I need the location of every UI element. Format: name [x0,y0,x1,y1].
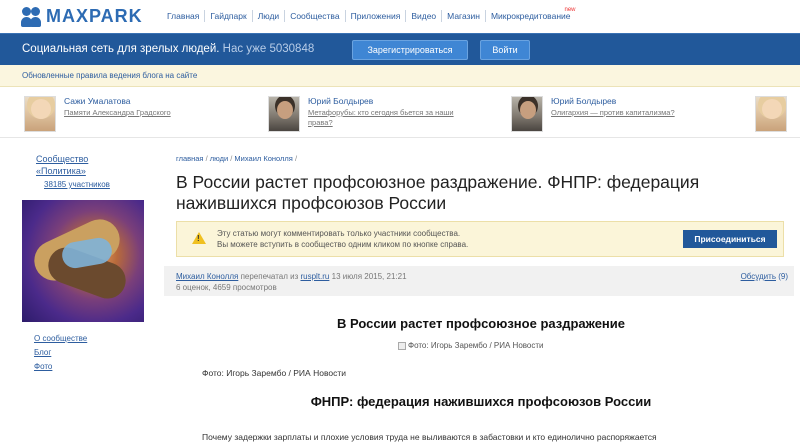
blog-post-link[interactable]: Метафорубы: кто сегодня бьется за наши п… [308,108,468,128]
author-link[interactable]: Михаил Конолля [176,272,238,281]
community-image [22,200,144,322]
discuss-label[interactable]: Обсудить [741,272,776,281]
top-nav: MAXPARK Главная Гайдпарк Люди Сообщества… [0,0,800,33]
main-menu: Главная Гайдпарк Люди Сообщества Приложе… [162,7,576,22]
photo-alt-text: Фото: Игорь Зарембо / РИА Новости [408,341,544,350]
logo[interactable]: MAXPARK [21,6,143,27]
blog-item[interactable]: Юрий Болдырев Олигархия — против капитал… [511,94,741,134]
blog-author[interactable]: Юрий Болдырев [308,96,373,106]
source-link[interactable]: rusplt.ru [300,272,329,281]
menu-item-microcredit-label: Микрокредитование [490,11,571,21]
article-meta: Михаил Конолля перепечатал из rusplt.ru … [164,266,794,296]
avatar[interactable] [755,96,787,132]
article-stats: 6 оценок, 4659 просмотров [176,283,277,292]
blog-post-link[interactable]: Олигархия — против капитализма? [551,108,711,118]
rules-link[interactable]: Обновленные правила ведения блога на сай… [22,71,197,80]
community-name-line2[interactable]: «Политика» [36,165,88,177]
article-paragraph: Почему задержки зарплаты и плохие услови… [202,432,657,442]
blog-post-link[interactable]: Памяти Александра Градского [64,108,224,118]
menu-item-video[interactable]: Видео [405,10,441,22]
tagline: Социальная сеть для зрелых людей. Нас уж… [22,43,314,55]
page-title: В России растет профсоюзное раздражение.… [176,172,700,213]
blog-item[interactable] [755,94,800,134]
new-badge: new [564,7,576,13]
notice-text: Эту статью могут комментировать только у… [217,228,468,250]
blog-author[interactable]: Сажи Умалатова [64,96,131,106]
breadcrumb: главная / люди / Михаил Конолля / [176,154,298,163]
logo-icon [21,6,42,27]
sidebar-link-photo[interactable]: Фото [34,362,52,371]
join-button[interactable]: Присоединиться [683,230,777,248]
menu-item-microcredit[interactable]: Микрокредитование new [484,7,576,22]
tagline-text: Социальная сеть для зрелых людей. [22,43,220,55]
article-heading-2: ФНПР: федерация нажившихся профсоюзов Ро… [310,394,652,409]
notice-line-2: Вы можете вступить в сообщество одним кл… [217,240,469,249]
blog-strip: Сажи Умалатова Памяти Александра Градско… [0,88,800,138]
notice-line-1: Эту статью могут комментировать только у… [217,229,461,238]
blog-item[interactable]: Сажи Умалатова Памяти Александра Градско… [24,94,254,134]
menu-item-apps[interactable]: Приложения [344,10,406,22]
avatar[interactable] [268,96,300,132]
blog-author[interactable]: Юрий Болдырев [551,96,616,106]
discuss-count: (9) [778,272,788,281]
meta-author-line: Михаил Конолля перепечатал из rusplt.ru … [176,272,407,281]
article-heading-1: В России растет профсоюзное раздражение [336,316,626,331]
sidebar-link-blog[interactable]: Блог [34,348,51,357]
menu-item-people[interactable]: Люди [251,10,284,22]
avatar[interactable] [24,96,56,132]
logo-text: MAXPARK [46,6,143,26]
login-button[interactable]: Войти [480,40,530,60]
members-count[interactable]: 38185 участников [44,180,110,189]
menu-item-home[interactable]: Главная [162,10,204,22]
comment-restriction-notice: Эту статью могут комментировать только у… [176,221,784,257]
blog-item[interactable]: Юрий Болдырев Метафорубы: кто сегодня бь… [268,94,498,134]
avatar[interactable] [511,96,543,132]
user-count: Нас уже 5030848 [222,43,315,55]
post-date: 13 июля 2015, 21:21 [331,272,407,281]
breadcrumb-home[interactable]: главная [176,154,203,163]
community-name-line1[interactable]: Сообщество [36,153,88,165]
warning-icon [192,232,206,244]
broken-photo: Фото: Игорь Зарембо / РИА Новости [398,341,544,350]
menu-item-shop[interactable]: Магазин [441,10,485,22]
rules-notice-bar: Обновленные правила ведения блога на сай… [0,65,800,87]
register-button[interactable]: Зарегистрироваться [352,40,468,60]
menu-item-hydepark[interactable]: Гайдпарк [204,10,251,22]
signup-bar: Социальная сеть для зрелых людей. Нас уж… [0,33,800,65]
photo-caption: Фото: Игорь Зарембо / РИА Новости [202,368,346,378]
sidebar-link-about[interactable]: О сообществе [34,334,87,343]
breadcrumb-people[interactable]: люди [210,154,228,163]
breadcrumb-author[interactable]: Михаил Конолля [234,154,292,163]
menu-item-communities[interactable]: Сообщества [284,10,344,22]
broken-image-icon [398,341,406,350]
discuss-link[interactable]: Обсудить (9) [741,272,788,281]
reposted-text: перепечатал из [240,272,299,281]
